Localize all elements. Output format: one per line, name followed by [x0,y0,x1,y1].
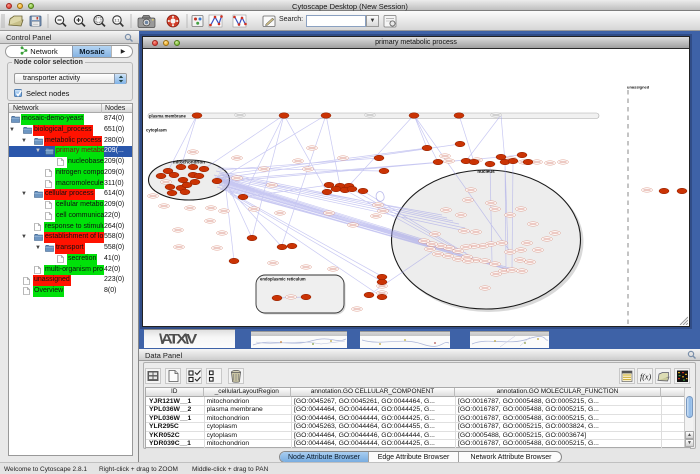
svg-text:endoplasmic reticulum: endoplasmic reticulum [260,277,306,282]
svg-text:cytoplasm: cytoplasm [146,128,167,133]
svg-text:plasma membrane: plasma membrane [149,113,186,118]
svg-text:nucleus: nucleus [477,169,495,174]
svg-text:f(x): f(x) [640,373,651,382]
svg-text:unassigned: unassigned [627,85,650,90]
svg-text:mitochondrion: mitochondrion [173,160,205,165]
svg-text:1:1: 1:1 [114,19,119,23]
